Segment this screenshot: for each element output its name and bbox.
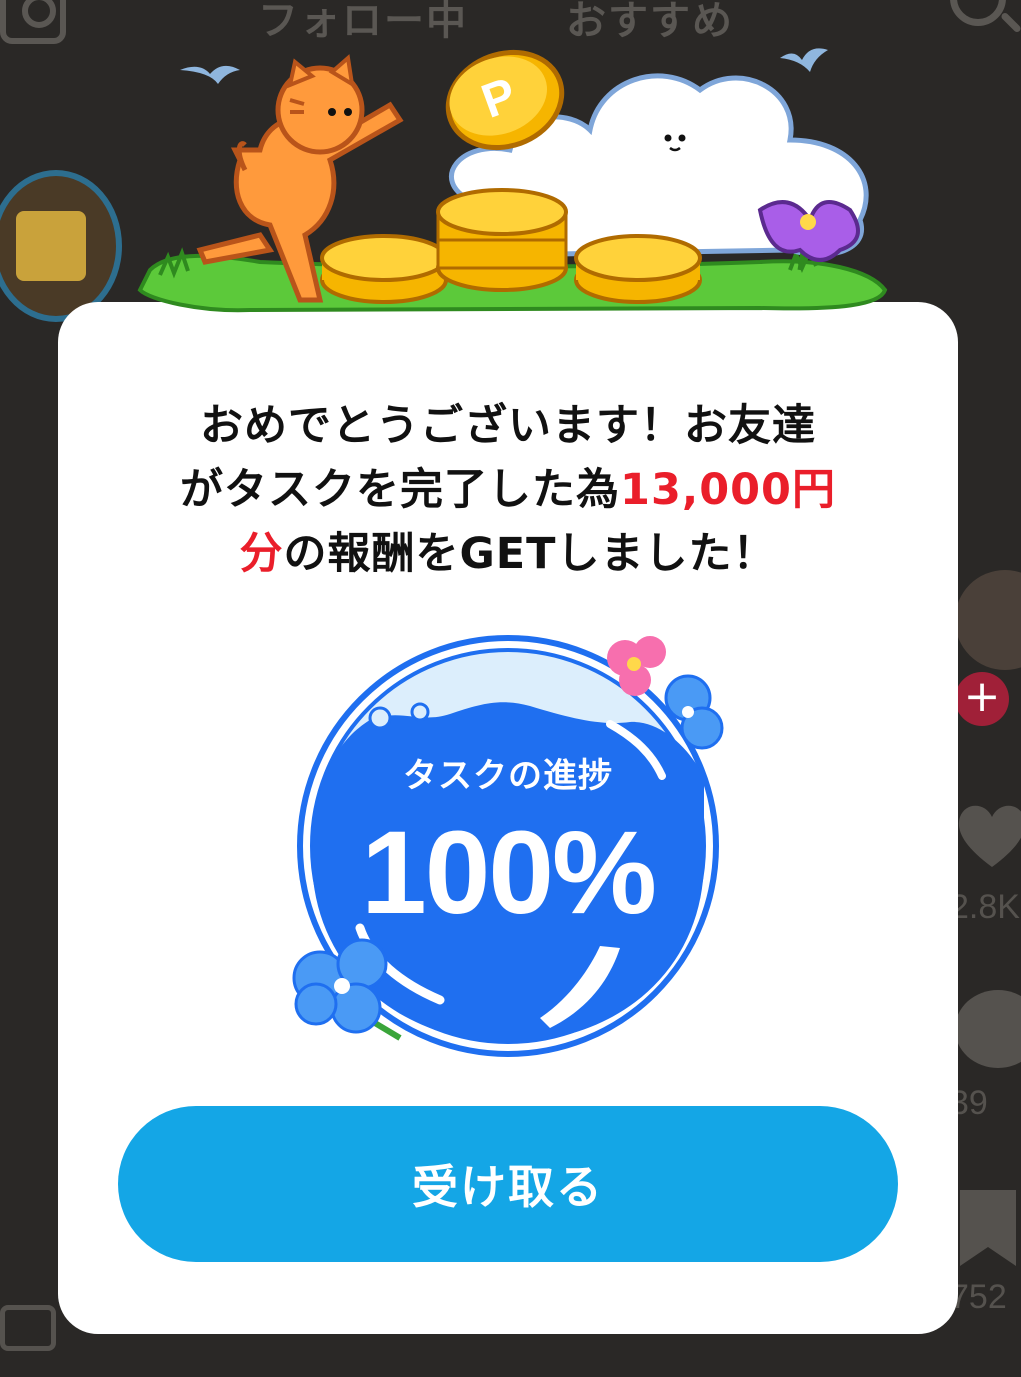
like-count: 2.8K <box>950 888 1020 926</box>
message-line-2-text: がタスクを完了した為 <box>180 465 621 515</box>
progress-value: 100% <box>361 807 657 939</box>
message-line-3-text: の報酬をGETしました！ <box>283 529 777 579</box>
bookmark-icon[interactable] <box>960 1190 1016 1266</box>
creator-avatar[interactable] <box>955 570 1021 670</box>
reward-amount: 13,000円 <box>620 465 836 515</box>
heart-icon[interactable] <box>952 795 1021 875</box>
message-line-2: がタスクを完了した為13,000円 <box>58 458 958 522</box>
message-line-1: おめでとうございます！お友達 <box>200 401 816 451</box>
comment-icon[interactable] <box>955 990 1021 1068</box>
coin-stack-right <box>574 234 702 304</box>
message-line-3: 分の報酬をGETしました！ <box>58 522 958 586</box>
bookmark-count: 752 <box>950 1278 1007 1316</box>
coin-stack-middle <box>436 188 568 292</box>
receive-button[interactable]: 受け取る <box>118 1106 898 1262</box>
follow-plus-icon[interactable]: + <box>955 672 1009 726</box>
caption-icon[interactable] <box>0 1305 56 1351</box>
reward-message: おめでとうございます！お友達 がタスクを完了した為13,000円 分の報酬をGE… <box>58 394 958 586</box>
reward-illustration: P <box>137 48 888 313</box>
reward-amount-suffix: 分 <box>239 529 284 579</box>
progress-label: タスクの進捗 <box>403 756 613 796</box>
coin-stack-left <box>320 234 448 304</box>
